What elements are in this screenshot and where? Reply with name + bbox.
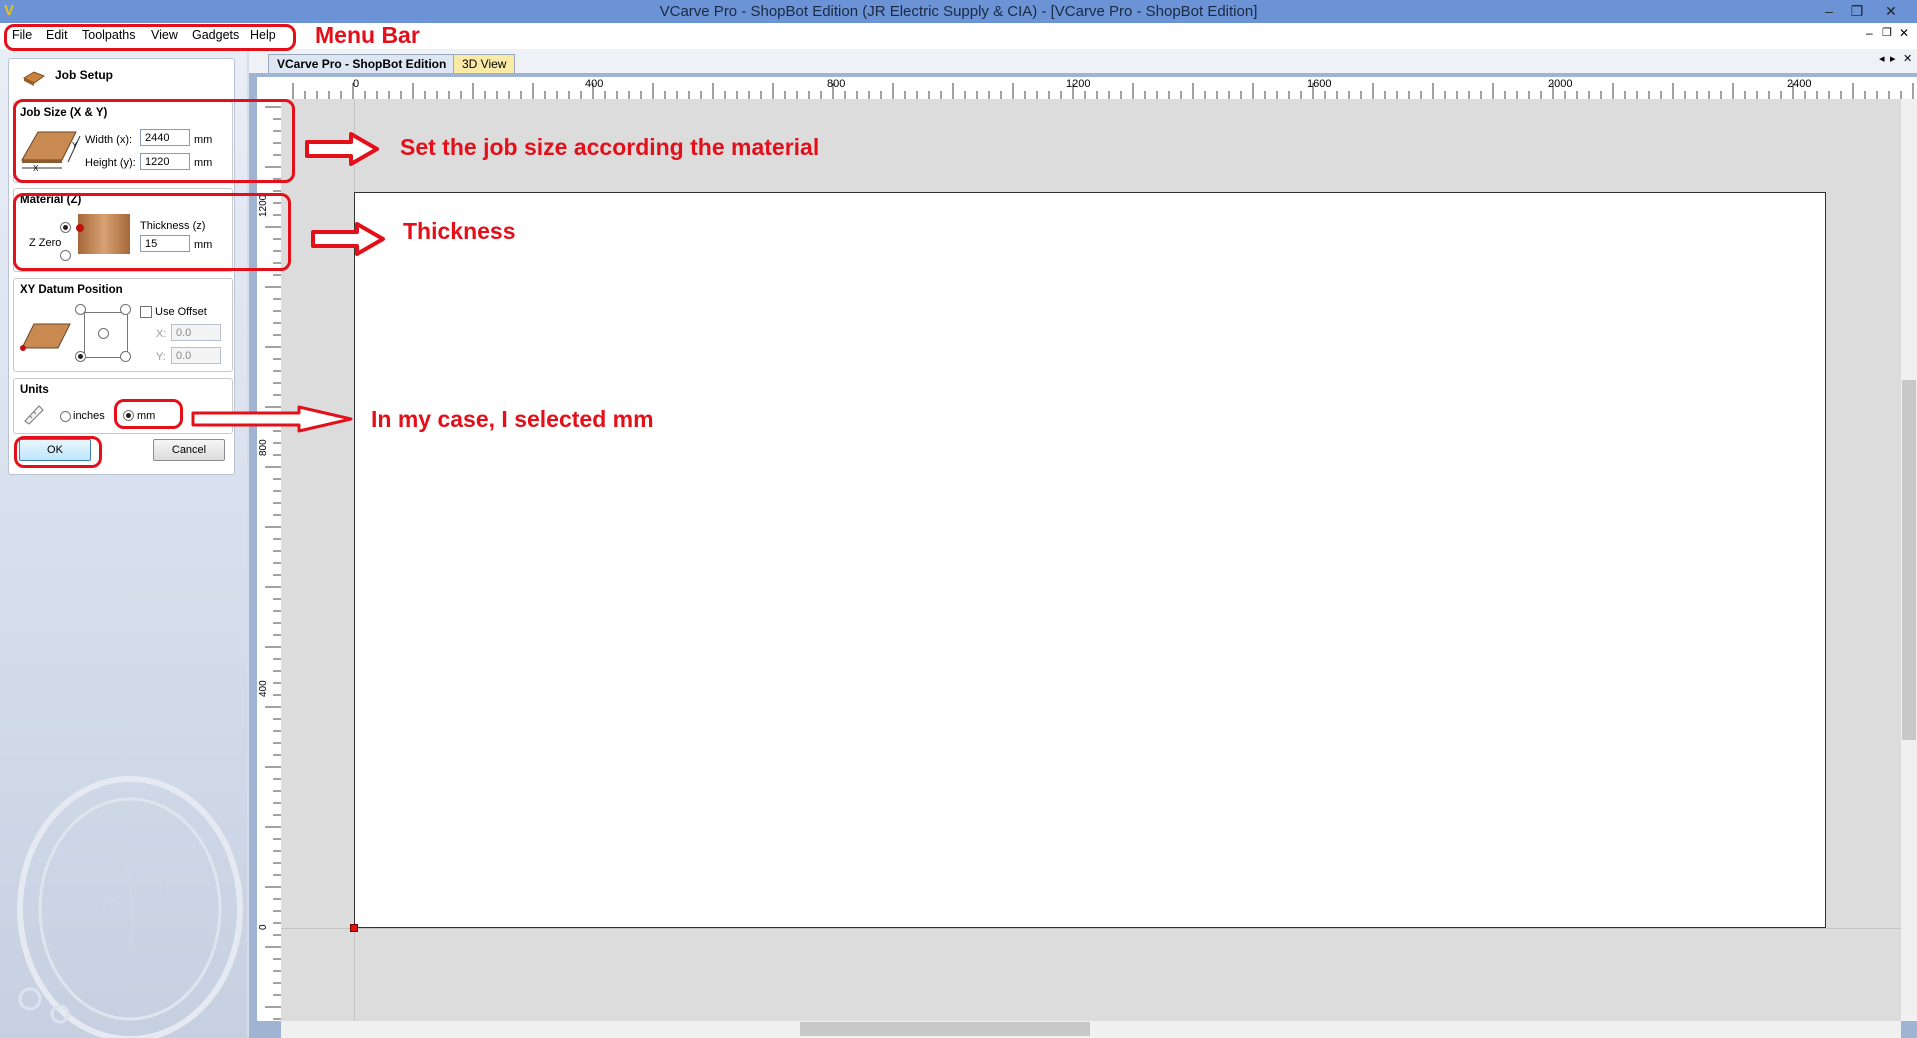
tab-3d-view[interactable]: 3D View: [453, 54, 516, 73]
annotation-thickness-box: [13, 193, 291, 271]
xy-datum-title: XY Datum Position: [20, 284, 123, 296]
h-ruler-label: 800: [827, 78, 846, 90]
window-title: VCarve Pro - ShopBot Edition (JR Electri…: [659, 3, 1258, 20]
annotation-units-box: [114, 399, 183, 429]
vertical-scroll-thumb[interactable]: [1902, 380, 1916, 740]
units-inches-radio[interactable]: [60, 411, 71, 422]
datum-top-left-radio[interactable]: [75, 304, 86, 315]
offset-x-input[interactable]: 0.0: [171, 324, 221, 341]
cancel-button[interactable]: Cancel: [153, 439, 225, 461]
tab-nav-left-icon[interactable]: ◂: [1879, 52, 1885, 65]
restore-icon[interactable]: ❐: [1846, 1, 1868, 21]
v-ruler-label: 800: [258, 439, 269, 456]
background-ornament-icon: [17, 776, 243, 1038]
tab-nav-right-icon[interactable]: ▸: [1890, 52, 1896, 65]
datum-top-right-radio[interactable]: [120, 304, 131, 315]
h-ruler-label: 2000: [1548, 78, 1573, 90]
tab-close-icon[interactable]: ✕: [1903, 52, 1912, 65]
minimize-icon[interactable]: –: [1818, 1, 1840, 21]
close-icon[interactable]: ✕: [1880, 1, 1902, 21]
annotation-arrow-icon: [191, 405, 353, 433]
material-sheet[interactable]: [354, 192, 1826, 928]
title-bar: V VCarve Pro - ShopBot Edition (JR Elect…: [0, 0, 1917, 23]
v-ruler-label: 400: [258, 680, 269, 697]
annotation-arrow-icon: [305, 132, 379, 166]
datum-bottom-left-radio[interactable]: [75, 351, 86, 362]
h-ruler-label: 1600: [1307, 78, 1332, 90]
annotation-menu-box: [4, 24, 296, 51]
annotation-arrow-icon: [311, 222, 385, 256]
ruler-icon: [24, 405, 44, 425]
annotation-job-size-box: [13, 99, 295, 183]
h-ruler-label: 0: [353, 78, 360, 90]
annotation-units: In my case, I selected mm: [371, 406, 654, 432]
v-ruler-label: 0: [258, 924, 269, 930]
offset-x-label: X:: [156, 328, 167, 340]
horizontal-ruler: 0 400 800 1200 1600 2000 2400: [281, 77, 1917, 100]
horizontal-scroll-thumb[interactable]: [800, 1022, 1090, 1036]
horizontal-ruler-ticks: [292, 83, 1914, 99]
offset-y-label: Y:: [156, 351, 166, 363]
use-offset-label: Use Offset: [155, 306, 207, 318]
job-setup-icon: [22, 71, 46, 86]
job-setup-title: Job Setup: [55, 68, 114, 82]
mdi-close-icon[interactable]: ✕: [1899, 26, 1909, 40]
horizontal-scrollbar[interactable]: [281, 1021, 1901, 1038]
annotation-job-size: Set the job size according the material: [400, 134, 820, 160]
h-ruler-label: 1200: [1066, 78, 1091, 90]
datum-origin-marker: [350, 924, 358, 932]
tab-2d-view[interactable]: VCarve Pro - ShopBot Edition: [268, 54, 456, 73]
h-ruler-label: 400: [585, 78, 604, 90]
mdi-restore-icon[interactable]: ❐: [1882, 26, 1892, 39]
offset-y-input[interactable]: 0.0: [171, 347, 221, 364]
h-ruler-label: 2400: [1787, 78, 1812, 90]
units-title: Units: [20, 384, 49, 396]
datum-center-radio[interactable]: [98, 328, 109, 339]
annotation-thickness: Thickness: [403, 218, 516, 244]
mdi-minimize-icon[interactable]: –: [1866, 26, 1873, 40]
datum-sheet-icon: [20, 323, 71, 351]
annotation-ok-box: [14, 436, 102, 468]
datum-bottom-right-radio[interactable]: [120, 351, 131, 362]
ruler-corner: [257, 77, 281, 99]
x-axis-line: [281, 928, 1901, 929]
units-inches-label: inches: [73, 410, 105, 422]
use-offset-checkbox[interactable]: [140, 306, 152, 318]
annotation-menu-bar: Menu Bar: [315, 22, 420, 48]
